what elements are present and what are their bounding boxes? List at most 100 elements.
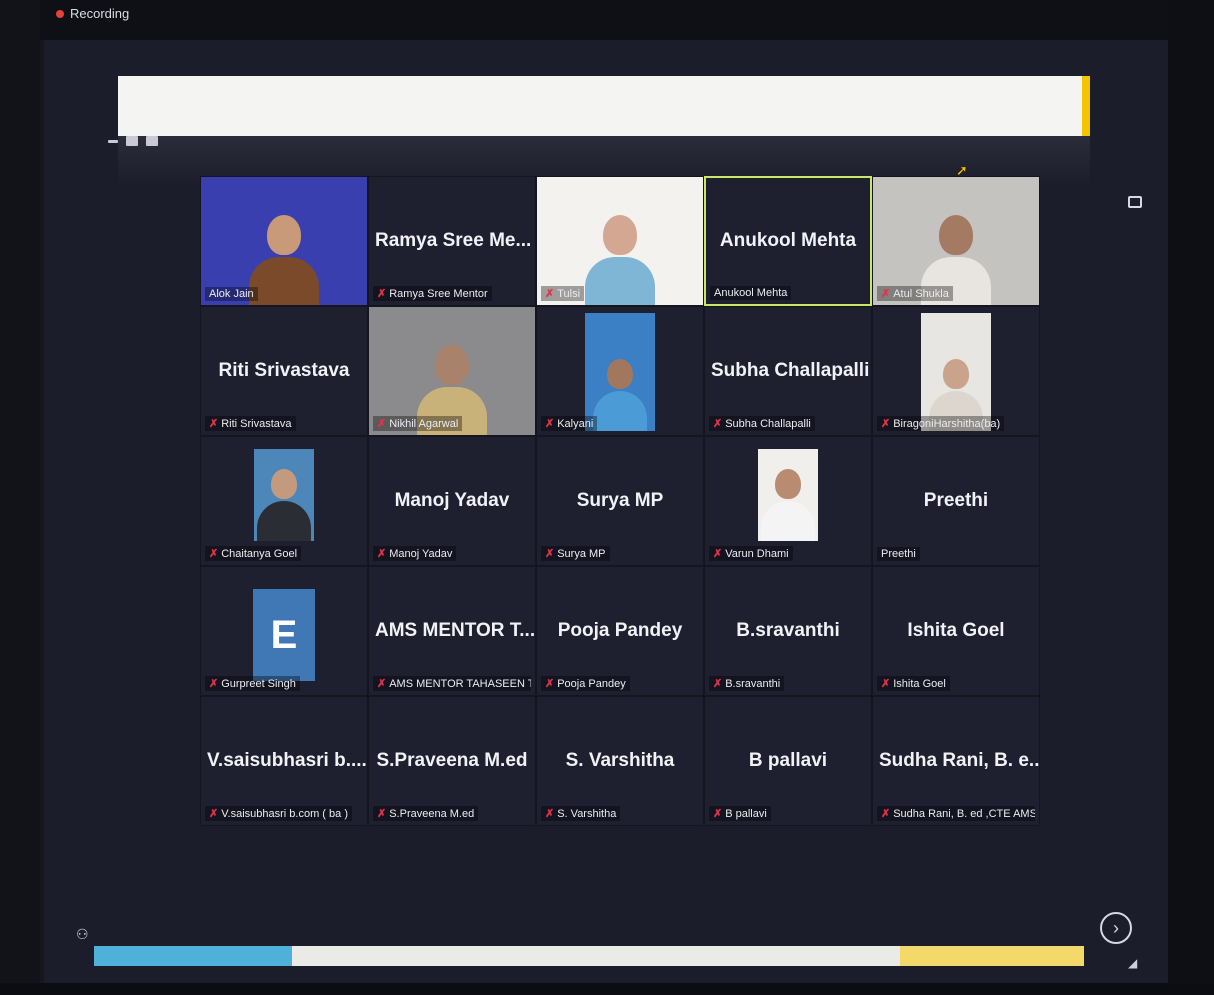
participant-gallery: Alok Jain Ramya Sree Me... ✗ Ramya Sree Men…: [200, 176, 1040, 956]
recording-label: Recording: [70, 6, 130, 21]
participant-tile[interactable]: Subha Challapalli ✗ Subha Challapalli: [704, 306, 872, 436]
mic-off-icon: ✗: [881, 678, 891, 690]
participant-tile[interactable]: E ✗ Gurpreet Singh: [200, 566, 368, 696]
participant-tile[interactable]: S. Varshitha ✗ S. Varshitha: [536, 696, 704, 826]
participant-video-frame: [758, 449, 818, 541]
side-by-side-view-icon[interactable]: [146, 136, 158, 146]
participant-silhouette: [249, 215, 319, 305]
participant-name: S.Praveena M.ed: [389, 807, 475, 820]
participant-name-label: ✗ Ramya Sree Mentor: [373, 286, 492, 301]
participant-tile[interactable]: S.Praveena M.ed ✗ S.Praveena M.ed: [368, 696, 536, 826]
view-switcher[interactable]: [108, 136, 319, 704]
participant-name: Subha Challapalli: [725, 417, 811, 430]
participant-tile[interactable]: ✗ Chaitanya Goel: [200, 436, 368, 566]
layout-toggle-icon[interactable]: [1128, 196, 1142, 208]
participant-name: Anukool Mehta: [714, 287, 788, 299]
participant-display-name: B pallavi: [748, 750, 828, 771]
room-background-right: [1168, 0, 1214, 995]
participant-name: Alok Jain: [209, 288, 254, 300]
participant-tile[interactable]: Alok Jain: [200, 176, 368, 306]
participant-name: Preethi: [881, 548, 916, 560]
mic-off-icon: ✗: [377, 808, 387, 820]
participant-tile[interactable]: ✗ Kalyani: [536, 306, 704, 436]
participant-name: Sudha Rani, B. ed ,CTE AMS: [893, 807, 1035, 820]
participant-tile[interactable]: B.sravanthi ✗ B.sravanthi: [704, 566, 872, 696]
participant-display-name: Ishita Goel: [907, 620, 1005, 641]
participant-name-label: ✗ Tulsi: [541, 286, 585, 301]
participant-tile[interactable]: Ishita Goel ✗ Ishita Goel: [872, 566, 1040, 696]
participant-tile[interactable]: Surya MP ✗ Surya MP: [536, 436, 704, 566]
mic-off-icon: ✗: [713, 548, 723, 560]
mic-off-icon: ✗: [545, 548, 555, 560]
participant-name-label: ✗ Ishita Goel: [877, 676, 950, 691]
participant-name-label: Alok Jain: [205, 287, 258, 301]
participant-name: Surya MP: [557, 547, 606, 560]
participant-video-frame: [254, 449, 314, 541]
mic-off-icon: ✗: [209, 418, 219, 430]
participant-name: Nikhil Agarwal: [389, 417, 459, 430]
speaker-view-icon[interactable]: [126, 136, 138, 146]
participant-name-label: ✗ Manoj Yadav: [373, 546, 457, 561]
mic-off-icon: ✗: [881, 808, 891, 820]
participant-name: Varun Dhami: [725, 547, 789, 560]
participant-tile[interactable]: Sudha Rani, B. e... ✗ Sudha Rani, B. ed ,C…: [872, 696, 1040, 826]
participant-name: Ishita Goel: [893, 677, 946, 690]
participant-tile[interactable]: Manoj Yadav ✗ Manoj Yadav: [368, 436, 536, 566]
participant-tile[interactable]: ✗ Nikhil Agarwal: [368, 306, 536, 436]
room-background-top: [0, 0, 1214, 40]
participant-name-label: ✗ Subha Challapalli: [709, 416, 815, 431]
mic-off-icon: ✗: [545, 418, 555, 430]
participant-name: V.saisubhasri b.com ( ba ): [221, 807, 348, 820]
participant-name: S. Varshitha: [557, 807, 617, 820]
mic-off-icon: ✗: [377, 288, 387, 300]
participant-tile[interactable]: ✗ BiragoniHarshitha(ba): [872, 306, 1040, 436]
participant-name-label: Anukool Mehta: [710, 286, 792, 300]
minimize-view-icon[interactable]: [108, 139, 118, 143]
participant-display-name: B.sravanthi: [736, 620, 840, 641]
participant-silhouette: [585, 215, 655, 305]
bottom-content-strip: [94, 946, 1084, 966]
mic-off-icon: ✗: [881, 418, 891, 430]
resize-handle-icon[interactable]: ◢: [1128, 956, 1137, 970]
participant-name-label: ✗ V.saisubhasri b.com ( ba ): [205, 806, 352, 821]
next-page-button[interactable]: ›: [1100, 912, 1132, 944]
chevron-right-icon: ›: [1113, 917, 1119, 938]
participant-name-label: ✗ Varun Dhami: [709, 546, 793, 561]
participant-video: [201, 177, 367, 305]
mic-off-icon: ✗: [713, 418, 723, 430]
participant-name-label: ✗ Gurpreet Singh: [205, 676, 300, 691]
shared-content-banner: [118, 76, 1090, 136]
participant-tile[interactable]: Pooja Pandey ✗ Pooja Pandey: [536, 566, 704, 696]
participant-display-name: Ramya Sree Me...: [375, 230, 532, 251]
participant-name-label: ✗ Kalyani: [541, 416, 598, 431]
participant-name: Atul Shukla: [893, 287, 949, 300]
mic-off-icon: ✗: [545, 678, 555, 690]
participant-name: Tulsi: [557, 287, 581, 300]
participant-tile[interactable]: Preethi Preethi: [872, 436, 1040, 566]
participant-name: Pooja Pandey: [557, 677, 626, 690]
participant-name-label: ✗ S. Varshitha: [541, 806, 621, 821]
participant-video-frame: [921, 313, 991, 431]
participant-name: Ramya Sree Mentor: [389, 287, 488, 300]
participant-tile[interactable]: V.saisubhasri b.... ✗ V.saisubhasri b.com …: [200, 696, 368, 826]
participant-tile[interactable]: Riti Srivastava ✗ Riti Srivastava: [200, 306, 368, 436]
mic-off-icon: ✗: [209, 678, 219, 690]
participant-tile[interactable]: ✗ Varun Dhami: [704, 436, 872, 566]
participant-tile[interactable]: B pallavi ✗ B pallavi: [704, 696, 872, 826]
corner-mic-icon: ⚇: [76, 926, 89, 942]
participant-tile[interactable]: ✗ Tulsi: [536, 176, 704, 306]
participant-name-label: ✗ B.sravanthi: [709, 676, 785, 691]
participant-display-name: S. Varshitha: [565, 750, 675, 771]
participant-name: Chaitanya Goel: [221, 547, 298, 560]
mic-off-icon: ✗: [377, 418, 387, 430]
participant-video-frame: [585, 313, 655, 431]
participant-tile[interactable]: Anukool Mehta Anukool Mehta: [704, 176, 872, 306]
participant-tile[interactable]: AMS MENTOR T... ✗AMS MENTOR TAHASEEN TABA…: [368, 566, 536, 696]
participant-name: Gurpreet Singh: [221, 677, 296, 690]
participant-name: Kalyani: [557, 417, 594, 430]
recording-indicator: Recording: [56, 6, 129, 21]
participant-name-label: ✗ Atul Shukla: [877, 286, 953, 301]
participant-tile[interactable]: ✗ Atul Shukla: [872, 176, 1040, 306]
participant-name-label: ✗ B pallavi: [709, 806, 771, 821]
participant-tile[interactable]: Ramya Sree Me... ✗ Ramya Sree Mentor: [368, 176, 536, 306]
